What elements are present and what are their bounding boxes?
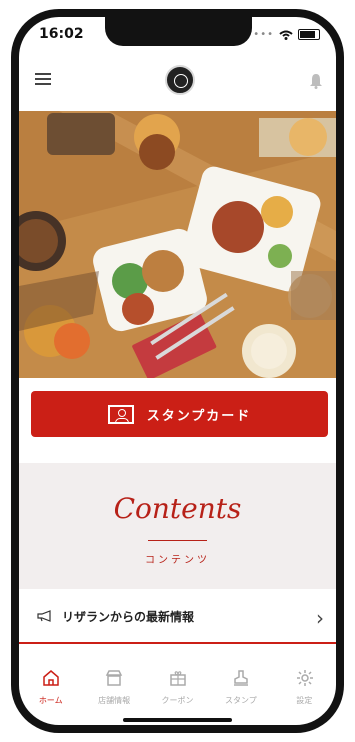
news-link-row[interactable]: リザランからの最新情報 › [19,592,336,644]
status-time: 16:02 [39,26,84,42]
stamp-icon [234,670,249,686]
megaphone-icon [37,610,51,622]
status-icons: ••• [253,29,320,40]
home-icon [43,670,59,686]
hero-food-image [19,111,336,378]
logo [165,65,195,95]
bell-icon[interactable] [309,73,323,89]
app-header [19,53,336,108]
hamburger-icon[interactable] [35,73,51,85]
device-notch [105,17,252,46]
home-indicator[interactable] [123,718,232,722]
bottom-tab-bar: ホーム 店舗情報 クーポン スタンプ 設定 [19,655,336,709]
stamp-card-icon [107,404,134,424]
contents-subtitle: コンテンツ [145,555,210,566]
stamp-card-button[interactable]: スタンプカード [31,391,328,437]
tab-coupon[interactable]: クーポン [146,655,209,709]
contents-divider [148,540,207,541]
battery-icon [298,29,320,40]
gear-icon [296,670,313,686]
contents-title: Contents [113,492,242,525]
tab-stamp-label: スタンプ [224,696,257,705]
tab-store[interactable]: 店舗情報 [82,655,145,709]
tab-home[interactable]: ホーム [19,655,82,709]
tab-stamp[interactable]: スタンプ [209,655,272,709]
food-spread-illustration [19,111,336,378]
gift-icon [170,671,186,686]
contents-section: Contents コンテンツ [19,463,336,589]
tab-home-label: ホーム [38,696,63,705]
tab-store-label: 店舗情報 [98,696,131,705]
wifi-icon [279,30,293,40]
tab-settings-label: 設定 [296,696,313,705]
tab-coupon-label: クーポン [161,696,194,705]
store-icon [106,670,123,686]
app-screen: 16:02 ••• スタンプカード Contents コンテンツ リザランからの… [19,17,336,725]
news-label: リザランからの最新情報 [62,610,195,624]
signal-dots-icon: ••• [253,29,274,40]
stamp-card-label: スタンプカード [146,408,252,424]
tab-settings[interactable]: 設定 [273,655,336,709]
chevron-right-icon: › [316,606,324,630]
